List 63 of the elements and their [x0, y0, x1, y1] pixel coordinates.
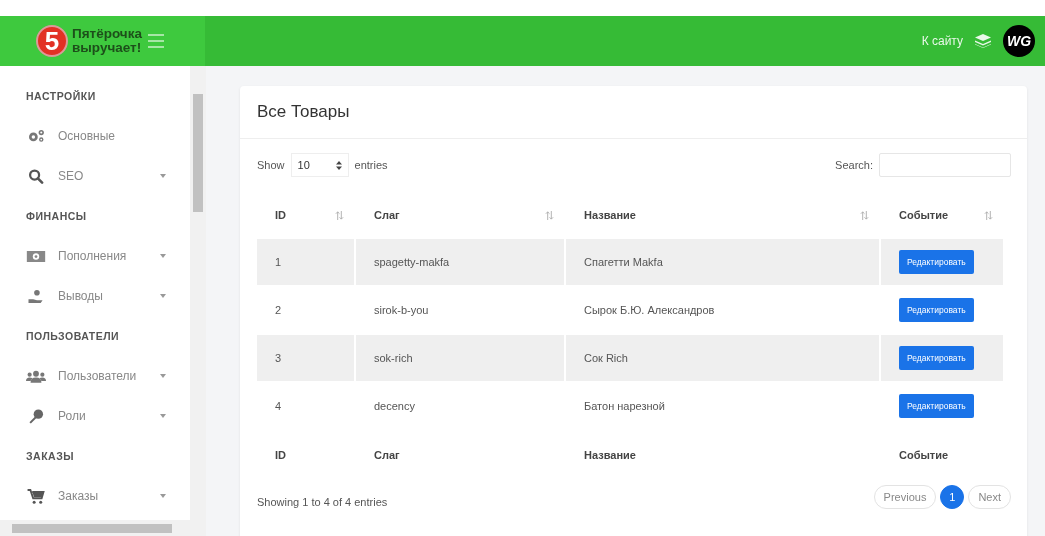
sidebar-item[interactable]: Выводы: [26, 276, 166, 316]
table-cell: sok-rich: [356, 335, 564, 381]
table-cell-text: Батон нарезной: [583, 399, 666, 414]
search-icon: [26, 168, 46, 184]
table-cell: Сок Rich: [566, 335, 879, 381]
sidebar-item[interactable]: Пополнения: [26, 236, 166, 276]
users-icon: [26, 369, 46, 383]
table-cell: 3: [257, 335, 354, 381]
page-button[interactable]: Previous: [873, 485, 937, 509]
cart-icon: [26, 488, 46, 504]
show-label: Show: [257, 159, 285, 171]
search-label: Search:: [835, 159, 873, 171]
scrollbar[interactable]: [0, 520, 206, 536]
edit-button[interactable]: Редактировать: [899, 298, 974, 322]
site-link[interactable]: К сайту: [921, 34, 963, 48]
table-info: Showing 1 to 4 of 4 entries: [257, 495, 388, 508]
column-footer: Название: [584, 449, 636, 461]
section-heading: ПОЛЬЗОВАТЕЛИ: [26, 330, 120, 342]
sidebar-item[interactable]: Роли: [26, 396, 166, 436]
sidebar-item[interactable]: SEO: [26, 156, 166, 196]
table-cell-text: decency: [373, 399, 416, 414]
sort-icon[interactable]: [335, 210, 344, 220]
column-header[interactable]: Название: [566, 193, 879, 237]
entries-label: entries: [354, 159, 388, 171]
table-cell-text: sirok-b-you: [373, 303, 430, 318]
banknote-icon: [26, 250, 46, 262]
section-heading: ЗАКАЗЫ: [26, 450, 74, 462]
table-cell: spagetty-makfa: [356, 239, 564, 285]
menu-icon[interactable]: [147, 34, 164, 48]
section-heading: ФИНАНСЫ: [26, 210, 87, 222]
column-footer: Событие: [899, 449, 949, 461]
table-cell-text: 2: [274, 303, 283, 318]
page-button[interactable]: Next: [968, 485, 1011, 509]
spinner-icon: [335, 160, 342, 170]
table-cell-text: Сырок Б.Ю. Александров: [583, 303, 716, 318]
edit-button[interactable]: Редактировать: [899, 346, 974, 370]
layers-icon[interactable]: [975, 34, 991, 48]
sort-icon[interactable]: [860, 210, 869, 220]
column-footer: Слаг: [374, 449, 400, 461]
card-title: Все Товары: [257, 102, 350, 121]
column-footer: ID: [275, 449, 286, 461]
sidebar-item[interactable]: Основные: [26, 116, 166, 156]
sort-icon[interactable]: [545, 210, 554, 220]
entries-select[interactable]: 10: [290, 153, 349, 177]
sidebar-item[interactable]: Заказы: [26, 476, 166, 516]
table-cell-text: 4: [274, 399, 283, 414]
column-header[interactable]: Событие: [881, 193, 1003, 237]
avatar[interactable]: WG: [1003, 25, 1035, 57]
edit-button[interactable]: Редактировать: [899, 250, 974, 274]
table-cell: 1: [257, 239, 354, 285]
section-heading: НАСТРОЙКИ: [26, 90, 96, 102]
search-field[interactable]: [879, 153, 1011, 177]
logo-text: Пятёрочка выручает!: [72, 27, 142, 55]
gears-icon: [26, 129, 46, 143]
column-header[interactable]: Слаг: [356, 193, 564, 237]
logo-mark: 5: [36, 25, 68, 57]
scrollbar[interactable]: [190, 66, 206, 520]
column-header[interactable]: ID: [257, 193, 354, 237]
page-button[interactable]: 1: [940, 485, 965, 509]
edit-button[interactable]: Редактировать: [899, 394, 974, 418]
sidebar-item[interactable]: Пользователи: [26, 356, 166, 396]
table-cell: Спагетти Makfa: [566, 239, 879, 285]
sort-icon[interactable]: [984, 210, 993, 220]
